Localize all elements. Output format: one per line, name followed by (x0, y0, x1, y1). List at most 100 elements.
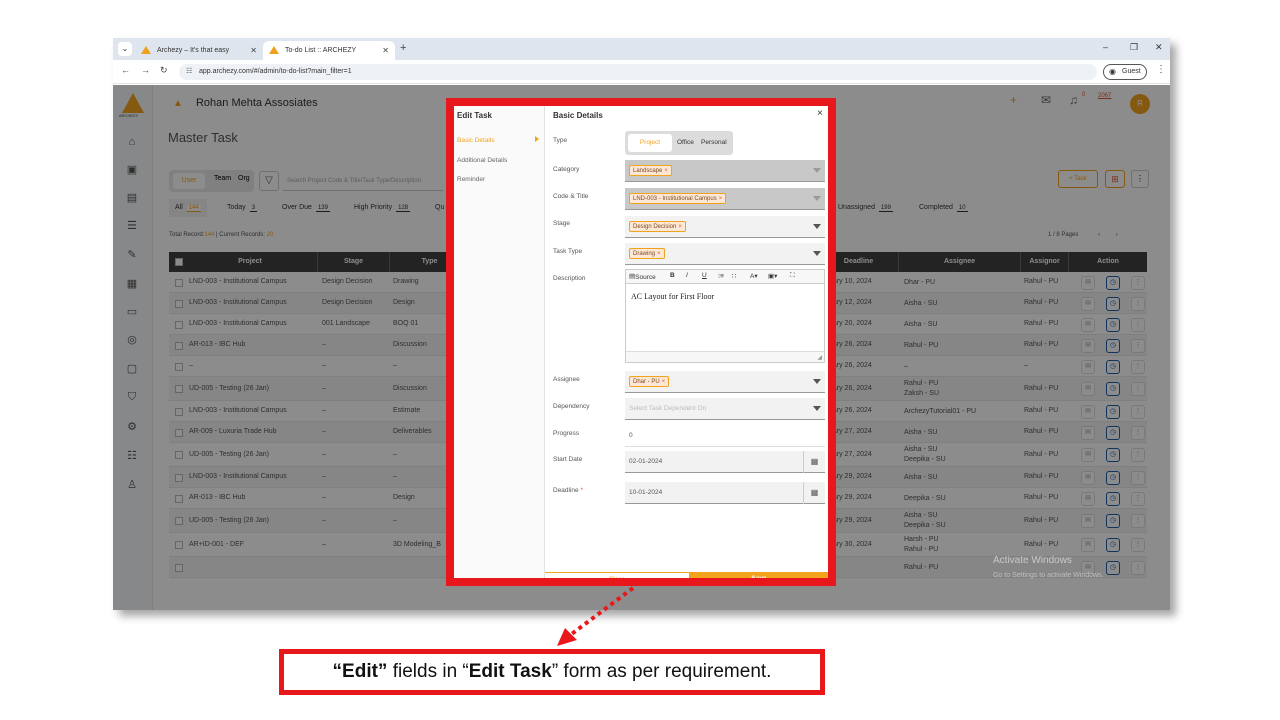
restore-icon[interactable]: ❐ (1130, 42, 1138, 53)
source-label: Source (635, 274, 656, 281)
editor-status-bar (626, 351, 824, 362)
assignee-select[interactable]: Dhar - PU × (625, 371, 825, 393)
callout-connector (557, 586, 635, 646)
nav-additional-details[interactable]: Additional Details (457, 157, 507, 164)
active-nav-arrow-icon (535, 136, 539, 142)
type-toggle: Project Office Personal (625, 131, 733, 155)
callout-edit: “Edit” (332, 661, 388, 682)
callout-text-1: fields in “ (387, 661, 469, 682)
category-select[interactable]: Landscape × (625, 160, 825, 182)
required-marker: * (580, 487, 584, 494)
numbered-list-icon[interactable]: ⁝≡ (718, 272, 724, 280)
bold-button[interactable]: B (670, 272, 675, 279)
nav-reminder[interactable]: Reminder (457, 176, 485, 183)
task-type-label: Task Type (553, 248, 583, 255)
deadline-value: 10-01-2024 (629, 489, 663, 496)
deadline-label: Deadline * (553, 487, 583, 494)
task-type-select[interactable]: Drawing × (625, 243, 825, 265)
bullet-list-icon[interactable]: ∷ (732, 272, 736, 280)
modal-nav: Edit Task Basic Details Additional Detai… (454, 106, 545, 578)
tab-title: Archezy – It's that easy (157, 47, 230, 54)
calendar-icon[interactable]: ▦ (803, 451, 825, 473)
dotted-line (567, 586, 635, 638)
type-personal[interactable]: Personal (701, 139, 727, 146)
deadline-label-text: Deadline (553, 487, 579, 494)
address-bar: ← → ↻ ☷ app.archezy.com/#/admin/to-do-li… (113, 60, 1170, 84)
profile-icon: ◉ (1109, 67, 1116, 76)
chevron-down-icon (813, 251, 821, 256)
italic-button[interactable]: I (686, 272, 688, 279)
site-settings-icon[interactable]: ☷ (186, 64, 192, 80)
code-title-tag-text: LND-003 - Institutional Campus (633, 195, 717, 202)
guest-label: Guest (1122, 68, 1141, 75)
reload-icon[interactable]: ↻ (160, 65, 168, 76)
description-content[interactable]: AC Layout for First Floor (631, 292, 714, 301)
chevron-down-icon (813, 379, 821, 384)
type-project[interactable]: Project (628, 134, 672, 152)
source-button[interactable]: ▤ Source (629, 272, 656, 281)
type-label: Type (553, 137, 568, 144)
start-date-input[interactable]: 02-01-2024 ▦ (625, 451, 825, 473)
assignee-tag-text: Dhar - PU (633, 378, 660, 385)
remove-tag-icon[interactable]: × (657, 251, 661, 257)
remove-tag-icon[interactable]: × (664, 168, 668, 174)
resize-grip-icon[interactable]: ◢ (817, 354, 822, 361)
tab-archezy-home[interactable]: Archezy – It's that easy ✕ (135, 41, 263, 60)
instruction-callout: “Edit” fields in “Edit Task” form as per… (279, 649, 825, 695)
progress-input[interactable]: 0 (625, 425, 825, 447)
type-office[interactable]: Office (677, 139, 694, 146)
tab-todo-list[interactable]: To-do List :: ARCHEZY ✕ (263, 41, 395, 60)
assignee-tag: Dhar - PU × (629, 375, 670, 387)
callout-text-2: ” form as per requirement. (551, 661, 772, 682)
minimize-icon[interactable]: – (1103, 42, 1108, 52)
chevron-down-icon (813, 224, 821, 229)
remove-tag-icon[interactable]: × (662, 379, 666, 385)
task-type-tag: Drawing × (629, 247, 665, 259)
tab-bar: ⌄ Archezy – It's that easy ✕ To-do List … (113, 38, 1170, 60)
stage-select[interactable]: Design Decision × (625, 216, 825, 238)
tab-search-icon[interactable]: ⌄ (118, 42, 132, 56)
background-color-icon[interactable]: ▣▾ (768, 272, 777, 280)
close-tab-icon[interactable]: ✕ (382, 41, 389, 60)
chevron-down-icon (813, 196, 821, 201)
browser-menu-icon[interactable]: ⋮ (1156, 64, 1166, 75)
save-button[interactable]: Save (689, 572, 828, 578)
task-type-tag-text: Drawing (633, 250, 656, 257)
dependency-select[interactable]: Select Task Dependent On (625, 398, 825, 420)
dependency-placeholder: Select Task Dependent On (629, 405, 707, 412)
new-tab-icon[interactable]: + (400, 42, 406, 54)
close-tab-icon[interactable]: ✕ (250, 41, 257, 60)
stage-tag: Design Decision × (629, 220, 686, 232)
category-label: Category (553, 166, 580, 173)
deadline-input[interactable]: 10-01-2024 ▦ (625, 482, 825, 504)
calendar-icon[interactable]: ▦ (803, 482, 825, 504)
text-color-icon[interactable]: A▾ (750, 272, 758, 280)
code-title-tag: LND-003 - Institutional Campus × (629, 192, 727, 204)
archezy-logo-icon (269, 46, 279, 54)
url-field[interactable]: ☷ app.archezy.com/#/admin/to-do-list?mai… (179, 64, 1097, 80)
editor-toolbar: ▤ Source B I U ⁝≡ ∷ A▾ ▣▾ ⛶ (626, 270, 824, 284)
url-text: app.archezy.com/#/admin/to-do-list?main_… (199, 68, 352, 75)
nav-basic-details[interactable]: Basic Details (457, 137, 495, 144)
category-tag-text: Landscape (633, 167, 663, 174)
back-icon[interactable]: ← (121, 65, 130, 75)
assignee-label: Assignee (553, 376, 580, 383)
maximize-icon[interactable]: ⛶ (790, 272, 795, 280)
forward-icon[interactable]: → (141, 65, 150, 75)
description-label: Description (553, 275, 586, 282)
remove-tag-icon[interactable]: × (719, 196, 723, 202)
code-title-select[interactable]: LND-003 - Institutional Campus × (625, 188, 825, 210)
remove-tag-icon[interactable]: × (678, 224, 682, 230)
close-window-icon[interactable]: ✕ (1155, 42, 1163, 53)
underline-button[interactable]: U (702, 272, 707, 279)
modal-title: Edit Task (457, 111, 492, 120)
slide: ⌄ Archezy – It's that easy ✕ To-do List … (0, 0, 1280, 720)
profile-button[interactable]: ◉ Guest (1103, 64, 1147, 80)
archezy-logo-icon (141, 46, 151, 54)
stage-label: Stage (553, 220, 570, 227)
close-modal-icon[interactable]: × (817, 108, 823, 119)
callout-edit-task: Edit Task (468, 661, 552, 682)
edit-task-modal: Edit Task Basic Details Additional Detai… (446, 98, 836, 586)
category-tag: Landscape × (629, 164, 672, 176)
code-title-label: Code & Title (553, 193, 589, 200)
